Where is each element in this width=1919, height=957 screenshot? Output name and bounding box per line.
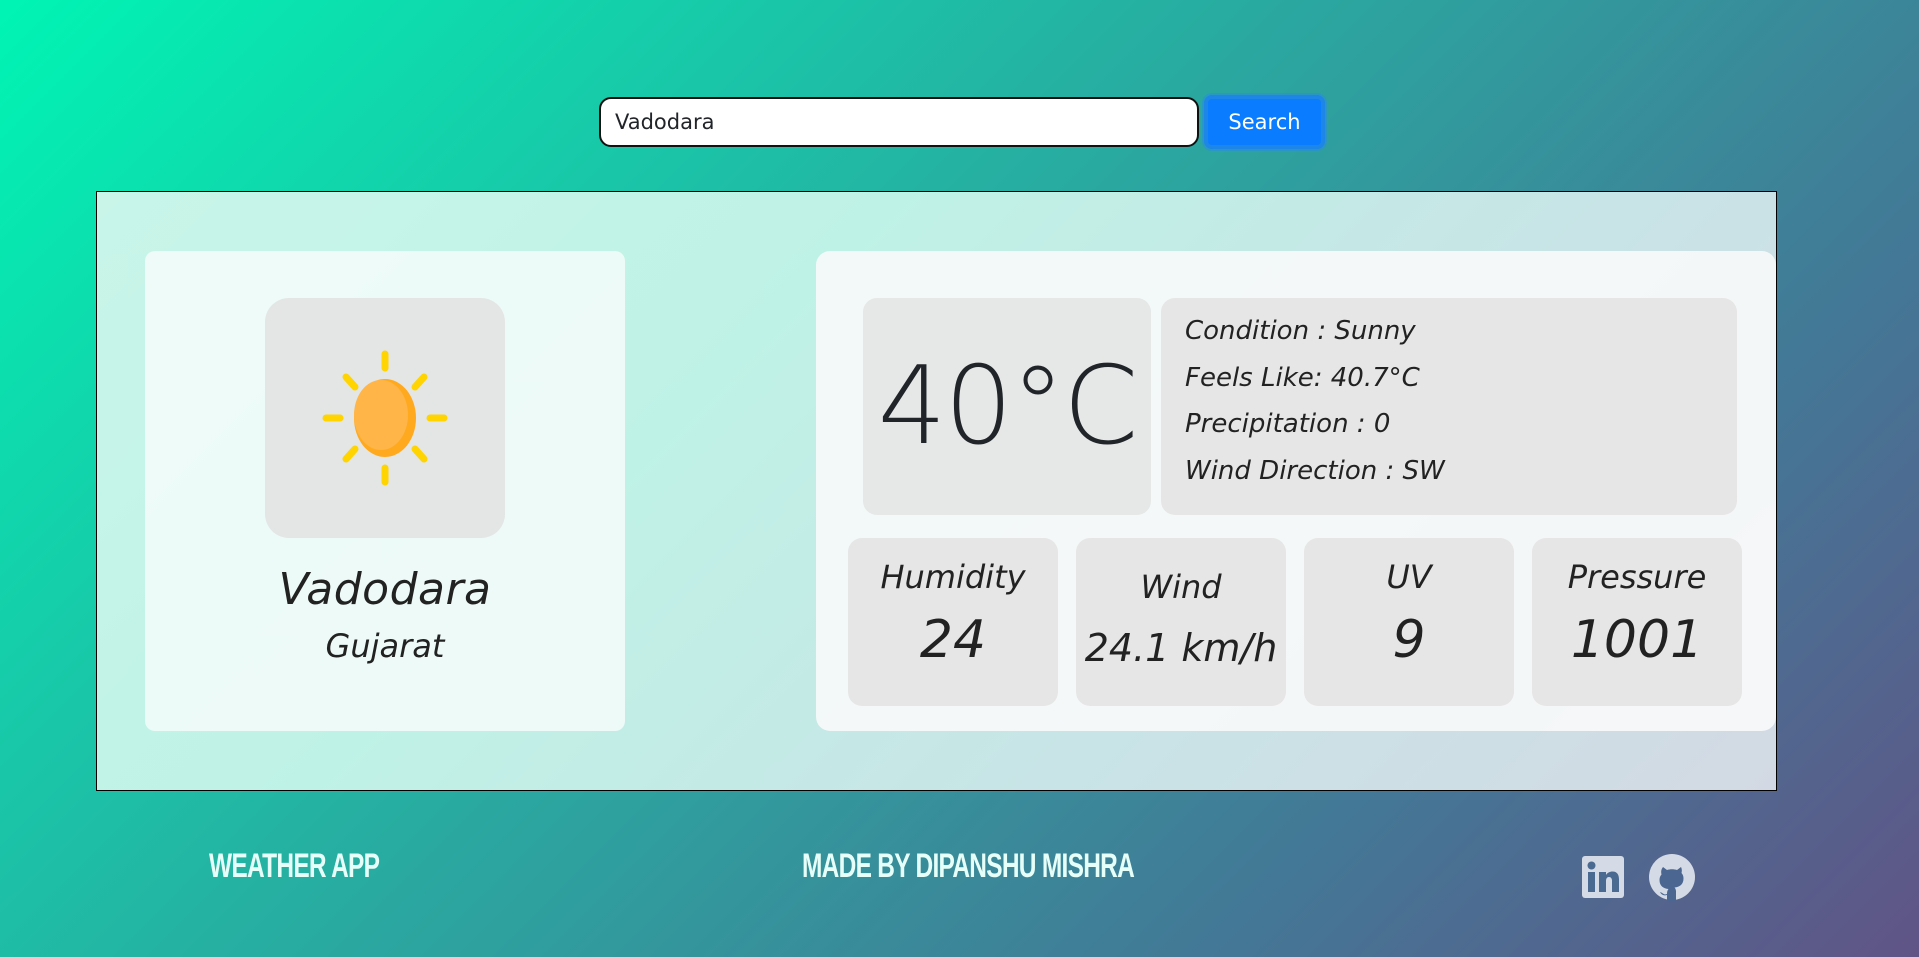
uv-label: UV (1386, 558, 1432, 596)
footer-credit: MADE BY DIPANSHU MISHRA (802, 847, 1135, 885)
feels-like-text: Feels Like: 40.7°C (1185, 362, 1420, 393)
search-bar: Search (599, 95, 1325, 149)
search-input[interactable] (599, 97, 1199, 147)
linkedin-link[interactable] (1579, 853, 1627, 901)
weather-panel: Vadodara Gujarat 40°C Condition : Sunny … (96, 191, 1777, 791)
city-name: Vadodara (278, 564, 492, 615)
temperature-box: 40°C (863, 298, 1151, 515)
linkedin-icon (1582, 856, 1624, 898)
conditions-box: Condition : Sunny Feels Like: 40.7°C Pre… (1161, 298, 1737, 515)
search-button[interactable]: Search (1204, 95, 1325, 149)
pressure-value: 1001 (1570, 610, 1704, 670)
pressure-label: Pressure (1567, 558, 1707, 596)
weather-details-card: 40°C Condition : Sunny Feels Like: 40.7°… (816, 251, 1776, 731)
github-icon (1649, 854, 1695, 901)
pressure-card: Pressure 1001 (1532, 538, 1742, 706)
precipitation-text: Precipitation : 0 (1185, 409, 1391, 439)
wind-direction-text: Wind Direction : SW (1185, 455, 1445, 486)
wind-value: 24.1 km/h (1084, 626, 1278, 670)
humidity-value: 24 (919, 610, 987, 670)
humidity-card: Humidity 24 (848, 538, 1058, 706)
temperature-value: 40°C (877, 344, 1139, 469)
github-link[interactable] (1648, 853, 1696, 901)
sun-icon (322, 350, 448, 486)
region-name: Gujarat (325, 627, 445, 665)
humidity-label: Humidity (880, 558, 1026, 596)
condition-text: Condition : Sunny (1185, 316, 1416, 346)
wind-label: Wind (1140, 568, 1222, 606)
uv-value: 9 (1392, 610, 1426, 670)
weather-icon-box (265, 298, 505, 538)
uv-card: UV 9 (1304, 538, 1514, 706)
footer-app-name: WEATHER APP (209, 847, 380, 885)
location-card: Vadodara Gujarat (145, 251, 625, 731)
wind-card: Wind 24.1 km/h (1076, 538, 1286, 706)
